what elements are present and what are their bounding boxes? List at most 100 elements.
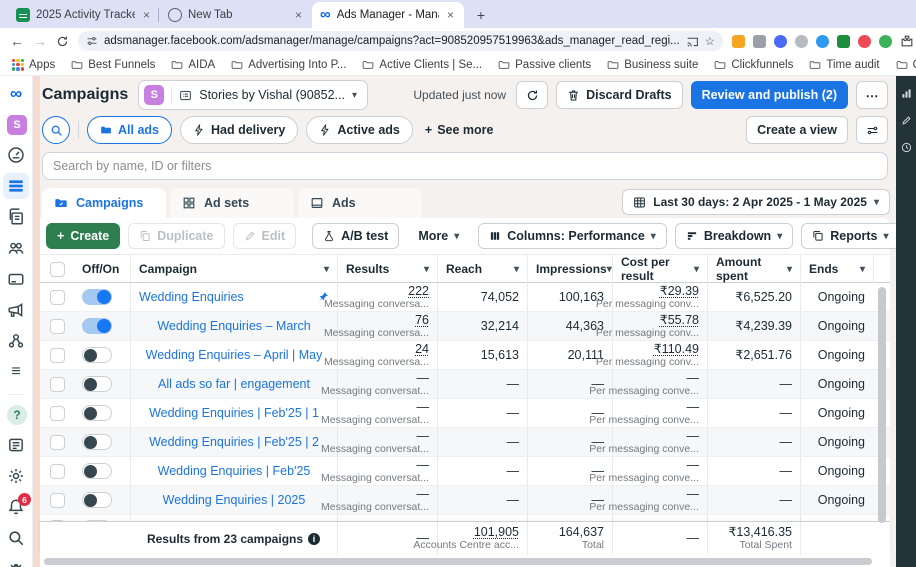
browser-tab-sheets[interactable]: 2025 Activity Tracker - Googl × [8, 2, 160, 28]
cast-icon[interactable] [686, 35, 699, 48]
settings-gear-icon[interactable] [7, 467, 25, 485]
bookmark-folder[interactable]: Time audit [809, 59, 880, 71]
bookmark-folder[interactable]: Advertising Into P... [231, 59, 346, 71]
search-icon[interactable] [7, 529, 25, 547]
row-checkbox[interactable] [49, 434, 65, 450]
ads-megaphone-icon[interactable] [7, 301, 25, 319]
edit-button[interactable]: Edit [232, 223, 297, 249]
ad-account-selector[interactable]: S Stories by Vishal (90852... ▾ [138, 80, 368, 110]
campaign-toggle[interactable] [82, 318, 112, 334]
cost-per-result-value[interactable]: — [687, 400, 700, 414]
cost-per-result-value[interactable]: — [687, 487, 700, 501]
row-checkbox[interactable] [49, 463, 65, 479]
row-checkbox[interactable] [49, 376, 65, 392]
campaigns-table-icon[interactable] [3, 173, 29, 199]
insights-chart-icon[interactable] [901, 88, 912, 99]
browser-tab-ads-manager[interactable]: ∞ Ads Manager - Manage ads - × [312, 2, 464, 28]
extension-red-circle[interactable] [858, 34, 872, 48]
results-value[interactable]: — [417, 458, 430, 472]
search-input[interactable] [42, 152, 888, 180]
cost-per-result-value[interactable]: — [687, 371, 700, 385]
partners-icon[interactable] [7, 332, 25, 350]
filter-pill-had-delivery[interactable]: Had delivery [180, 116, 299, 144]
extension-green-plus[interactable] [879, 34, 893, 48]
results-value[interactable]: — [417, 371, 430, 385]
bookmark-folder[interactable]: Best Funnels [71, 59, 155, 71]
results-value[interactable]: 76 [415, 313, 429, 327]
results-value[interactable]: 24 [415, 342, 429, 356]
campaign-name-link[interactable]: Wedding Enquiries | 2025 [163, 493, 306, 507]
campaign-toggle[interactable] [82, 463, 112, 479]
extension-green-sheet[interactable] [837, 34, 851, 48]
bookmark-folder[interactable]: AIDA [171, 59, 215, 71]
create-button[interactable]: + Create [46, 223, 121, 249]
extension-blue-circle[interactable] [816, 34, 830, 48]
campaign-toggle[interactable] [82, 492, 112, 508]
history-clock-icon[interactable] [901, 142, 912, 153]
columns-button[interactable]: Columns: Performance ▾ [478, 223, 667, 249]
cost-per-result-value[interactable]: — [687, 458, 700, 472]
filter-search-icon[interactable] [42, 116, 70, 144]
date-range-selector[interactable]: Last 30 days: 2 Apr 2025 - 1 May 2025 ▾ [622, 189, 890, 215]
bookmark-folder[interactable]: Courses [896, 59, 916, 71]
col-header-off-on[interactable]: Off/On [74, 255, 130, 283]
see-more-button[interactable]: + See more [425, 123, 494, 137]
row-checkbox[interactable] [49, 318, 65, 334]
back-icon[interactable]: ← [10, 34, 24, 48]
select-all-checkbox[interactable] [49, 261, 65, 277]
bookmark-folder[interactable]: Clickfunnels [714, 59, 793, 71]
review-publish-button[interactable]: Review and publish (2) [690, 81, 848, 109]
tab-close-icon[interactable]: × [293, 8, 304, 22]
forward-icon[interactable]: → [33, 34, 47, 48]
campaign-toggle[interactable] [82, 405, 112, 421]
results-value[interactable]: — [417, 400, 430, 414]
account-avatar[interactable]: S [7, 115, 27, 135]
edit-pencil-icon[interactable] [901, 115, 912, 126]
campaign-toggle[interactable] [82, 376, 112, 392]
results-value[interactable]: — [417, 429, 430, 443]
tab-close-icon[interactable]: × [141, 8, 152, 22]
audiences-icon[interactable] [7, 239, 25, 257]
cost-per-result-value[interactable]: ₹29.39 [660, 284, 699, 298]
col-header-impressions[interactable]: Impressions ▾ [527, 255, 612, 283]
create-view-button[interactable]: Create a view [746, 116, 848, 144]
cost-per-result-value[interactable]: ₹55.78 [660, 313, 699, 327]
overview-gauge-icon[interactable] [7, 146, 25, 164]
extension-camera[interactable] [795, 34, 809, 48]
results-value[interactable]: 222 [408, 284, 429, 298]
cost-per-result-value[interactable]: — [687, 429, 700, 443]
tab-close-icon[interactable]: × [445, 8, 456, 22]
campaign-name-link[interactable]: Wedding Enquiries | Feb'25 [158, 464, 311, 478]
filter-pill-active-ads[interactable]: Active ads [306, 116, 413, 144]
puzzle-extensions-icon[interactable] [900, 34, 914, 48]
col-header-ends[interactable]: Ends ▾ [800, 255, 873, 283]
bookmark-folder[interactable]: Active Clients | Se... [362, 59, 482, 71]
row-checkbox[interactable] [49, 289, 65, 305]
help-icon[interactable]: ? [7, 405, 27, 425]
extension-blue-flower[interactable] [774, 34, 788, 48]
col-header-amount-spent[interactable]: Amount spent ▾ [707, 255, 800, 283]
refresh-button[interactable] [516, 81, 549, 109]
col-header-cost-per-result[interactable]: Cost per result ▾ [612, 255, 707, 283]
campaign-name-link[interactable]: Wedding Enquiries | Feb'25 | 2 [149, 435, 319, 449]
col-header-campaign[interactable]: Campaign ▾ [130, 255, 337, 283]
bug-report-icon[interactable] [7, 560, 25, 567]
tab-campaigns[interactable]: Campaigns [42, 188, 166, 218]
address-bar[interactable]: adsmanager.facebook.com/adsmanager/manag… [78, 31, 724, 51]
col-header-reach[interactable]: Reach ▾ [437, 255, 527, 283]
campaign-name-link[interactable]: Wedding Enquiries – April | May [146, 348, 323, 362]
footer-reach[interactable]: 101,905 [474, 526, 519, 539]
browser-tab-newtab[interactable]: New Tab × [158, 2, 312, 28]
duplicate-button[interactable]: Duplicate [128, 223, 225, 249]
cost-per-result-value[interactable]: ₹110.49 [654, 342, 699, 356]
menu-icon[interactable]: ≡ [7, 363, 25, 381]
new-tab-button[interactable]: + [472, 7, 490, 23]
info-icon[interactable]: i [308, 532, 321, 545]
bookmark-star-icon[interactable]: ☆ [705, 34, 715, 48]
tab-ads[interactable]: Ads [298, 188, 422, 218]
reports-button[interactable]: Reports ▾ [801, 223, 900, 249]
vertical-scrollbar-thumb[interactable] [878, 287, 886, 523]
bookmark-folder[interactable]: Passive clients [498, 59, 591, 71]
tab-ad-sets[interactable]: Ad sets [170, 188, 294, 218]
filter-pill-all-ads[interactable]: All ads [87, 116, 172, 144]
